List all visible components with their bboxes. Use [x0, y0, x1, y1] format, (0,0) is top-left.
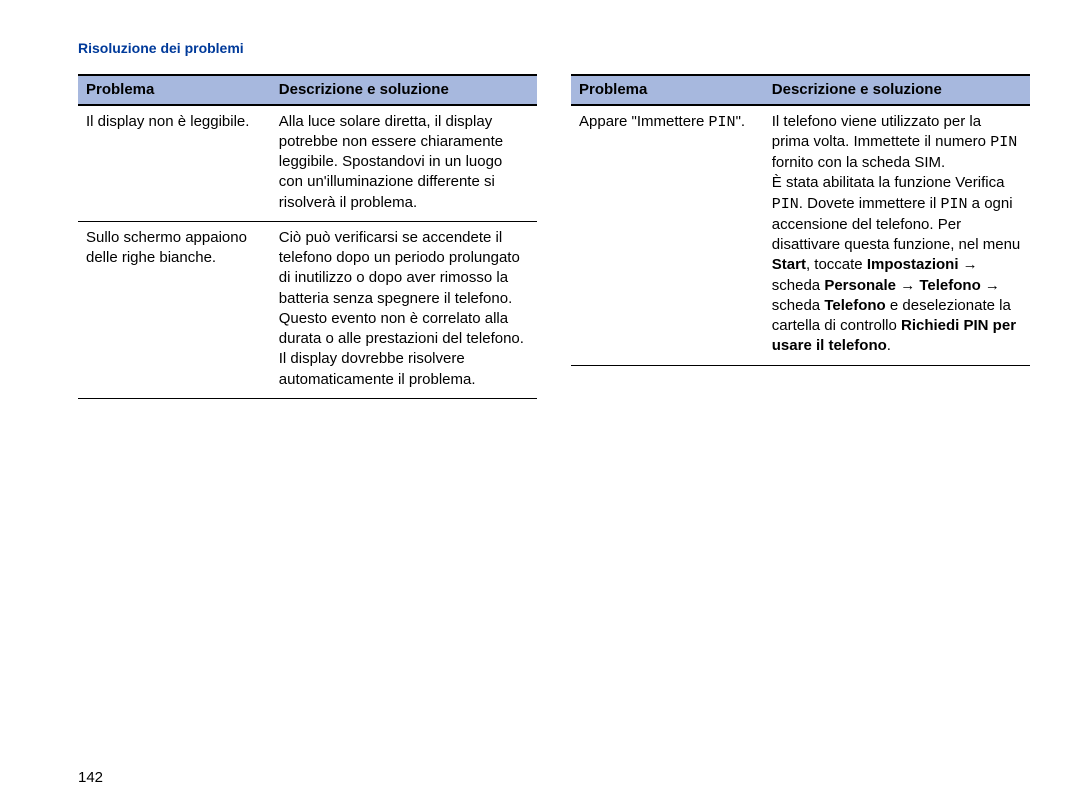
text: scheda — [772, 277, 825, 294]
mono-text: PIN — [772, 196, 799, 213]
mono-text: PIN — [709, 114, 736, 131]
cell-soluzione: Il telefono viene utilizzato per la prim… — [764, 105, 1030, 366]
text: Appare "Immettere — [579, 113, 709, 130]
th-soluzione: Descrizione e soluzione — [271, 75, 537, 105]
bold-text: Personale — [824, 277, 896, 294]
bold-text: Impostazioni — [867, 256, 959, 273]
text: . Dovete immettere il — [799, 195, 941, 212]
text: È stata abilitata la funzione Verifica — [772, 174, 1005, 191]
table-row: Sullo schermo appaiono delle righe bianc… — [78, 221, 537, 398]
right-table: Problema Descrizione e soluzione Appare … — [571, 74, 1030, 366]
text: → — [981, 277, 1000, 294]
text: ". — [736, 113, 746, 130]
cell-problema: Appare "Immettere PIN". — [571, 105, 764, 366]
cell-problema: Sullo schermo appaiono delle righe bianc… — [78, 221, 271, 398]
cell-soluzione: Alla luce solare diretta, il display pot… — [271, 105, 537, 222]
page-number: 142 — [78, 769, 103, 786]
cell-problema: Il display non è leggibile. — [78, 105, 271, 222]
left-table: Problema Descrizione e soluzione Il disp… — [78, 74, 537, 399]
bold-text: Telefono — [919, 277, 980, 294]
columns: Problema Descrizione e soluzione Il disp… — [78, 74, 1030, 399]
table-row: Il display non è leggibile. Alla luce so… — [78, 105, 537, 222]
cell-soluzione: Ciò può verificarsi se accendete il tele… — [271, 221, 537, 398]
text: , toccate — [806, 256, 867, 273]
bold-text: Telefono — [824, 297, 885, 314]
text: Il telefono viene utilizzato per la prim… — [772, 113, 990, 150]
left-column: Problema Descrizione e soluzione Il disp… — [78, 74, 537, 399]
th-problema: Problema — [78, 75, 271, 105]
text: scheda — [772, 297, 825, 314]
text: → — [896, 277, 919, 294]
text: . — [887, 337, 891, 354]
th-soluzione: Descrizione e soluzione — [764, 75, 1030, 105]
right-column: Problema Descrizione e soluzione Appare … — [571, 74, 1030, 399]
bold-text: Start — [772, 256, 806, 273]
text: fornito con la scheda SIM. — [772, 154, 945, 171]
section-title: Risoluzione dei problemi — [78, 40, 1030, 56]
table-row: Appare "Immettere PIN". Il telefono vien… — [571, 105, 1030, 366]
text: → — [959, 256, 978, 273]
th-problema: Problema — [571, 75, 764, 105]
mono-text: PIN — [941, 196, 968, 213]
mono-text: PIN — [990, 134, 1017, 151]
